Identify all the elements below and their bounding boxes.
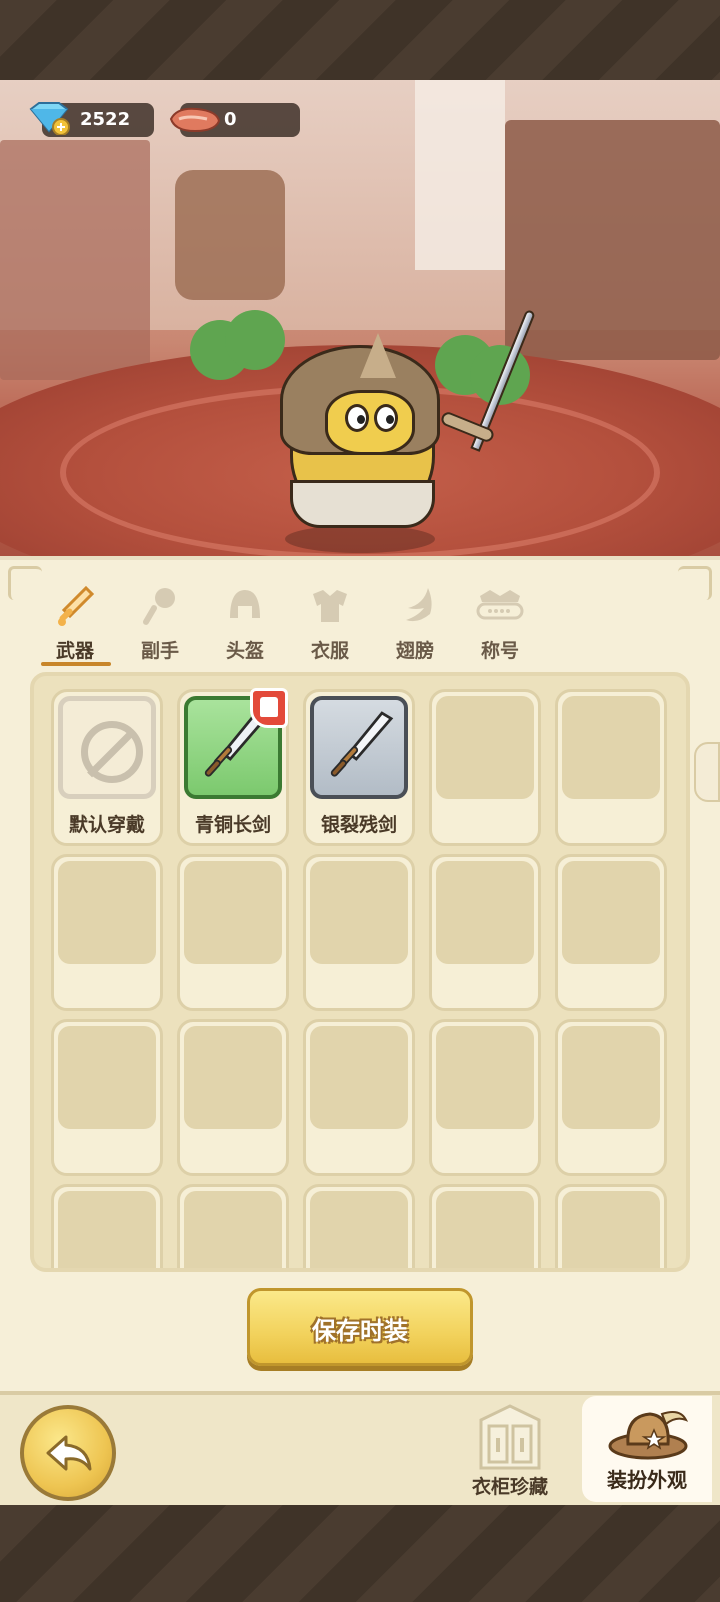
item-slot-bronze-sword[interactable]: 青铜长剑 [177,688,289,846]
save-outfit-button[interactable]: 保存时装 [247,1288,473,1366]
hat-icon [608,1411,689,1460]
empty-item-slot [555,689,667,846]
tab-label: 头盔 [225,640,264,662]
active-tab-indicator [41,662,111,666]
empty-item-slot [51,1184,163,1268]
offhand-icon [142,588,175,625]
tab-weapon[interactable]: 武器 [40,584,110,664]
tab-helmet[interactable]: 头盔 [210,584,280,664]
item-label: 默认穿戴 [68,814,145,836]
empty-item-slot [555,854,667,1011]
item-label: 青铜长剑 [194,814,271,836]
empty-item-slot [429,854,541,1011]
helmet-icon [230,590,260,618]
empty-item-slot [429,1019,541,1176]
empty-item-slot [177,1184,289,1268]
side-scroll-tab[interactable] [694,742,720,802]
wardrobe-collection-button[interactable]: 衣柜珍藏 [455,1402,565,1502]
empty-item-slot [555,1184,667,1268]
wardrobe-icon [479,1404,541,1470]
armor-icon [313,590,347,622]
empty-item-slot [51,854,163,1011]
item-label: 银裂残剑 [320,814,397,836]
tab-offhand[interactable]: 副手 [125,584,195,664]
tab-clothes[interactable]: 衣服 [295,584,365,664]
equipped-shirt-icon [250,688,288,728]
empty-item-slot [555,1019,667,1176]
tab-label: 翅膀 [395,640,434,662]
dressup-label: 装扮外观 [607,1468,687,1492]
tab-label: 副手 [140,640,179,662]
ban-icon [81,721,143,783]
back-arrow-icon [46,1435,92,1471]
item-slot-silver-sword[interactable]: 银裂残剑 [303,689,415,846]
meat-count: 0 [224,109,237,130]
tab-label: 衣服 [310,640,349,662]
bottom-decorative-band [0,1505,720,1602]
dressup-appearance-button[interactable]: 装扮外观 [582,1396,712,1502]
wing-icon [406,588,432,622]
tab-title[interactable]: 称号 [465,584,535,664]
empty-item-slot [429,1184,541,1268]
empty-item-slot [303,1184,415,1268]
category-tabs: 武器 副手 头盔 衣服 翅膀 称号 [40,584,540,664]
empty-item-slot [177,854,289,1011]
empty-item-slot [303,1019,415,1176]
empty-item-slot [51,1019,163,1176]
meat-icon [169,107,221,133]
tab-wings[interactable]: 翅膀 [380,584,450,664]
empty-item-slot [303,854,415,1011]
title-icon [476,590,524,620]
gem-count: 2522 [80,109,131,130]
item-grid: 默认穿戴 青铜长剑 银裂残剑 [30,672,690,1272]
top-decorative-band [0,0,720,80]
empty-item-slot [429,689,541,846]
back-button[interactable] [20,1405,116,1501]
gem-plus-icon[interactable] [27,101,71,135]
tab-label: 武器 [55,640,94,662]
item-slot-default[interactable]: 默认穿戴 [51,689,163,846]
sword-icon [58,585,95,626]
save-outfit-label: 保存时装 [312,1317,408,1345]
tab-label: 称号 [480,640,519,662]
sword-icon [330,711,394,777]
wardrobe-label: 衣柜珍藏 [471,1476,548,1498]
empty-item-slot [177,1019,289,1176]
